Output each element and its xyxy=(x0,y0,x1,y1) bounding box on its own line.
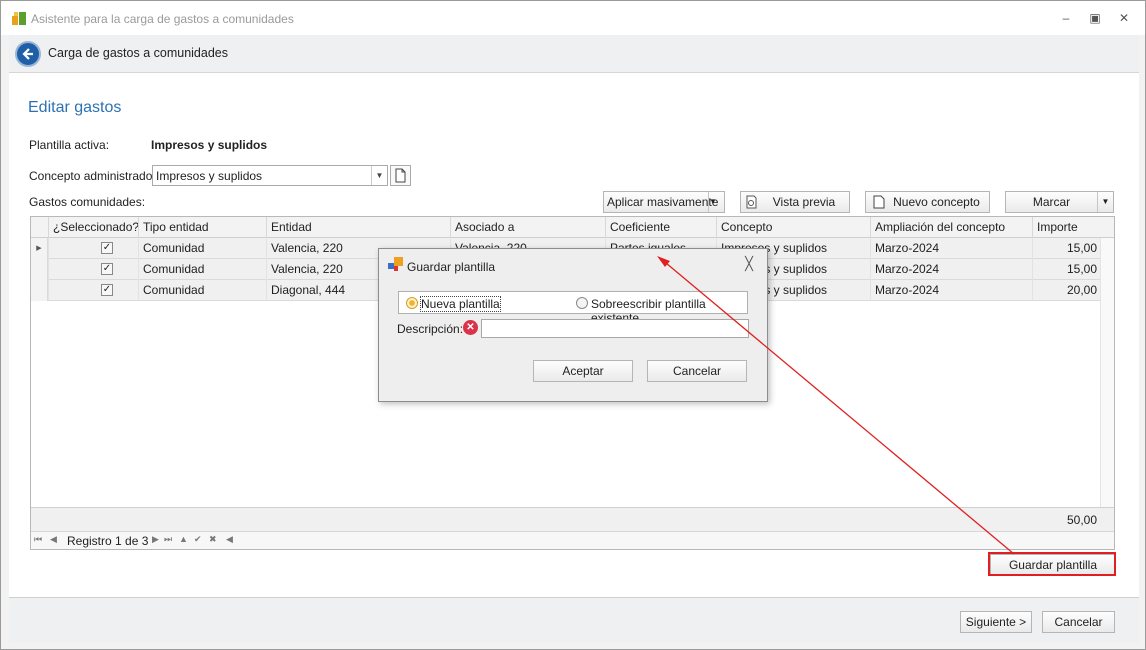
annotation-arrow xyxy=(657,256,1015,555)
